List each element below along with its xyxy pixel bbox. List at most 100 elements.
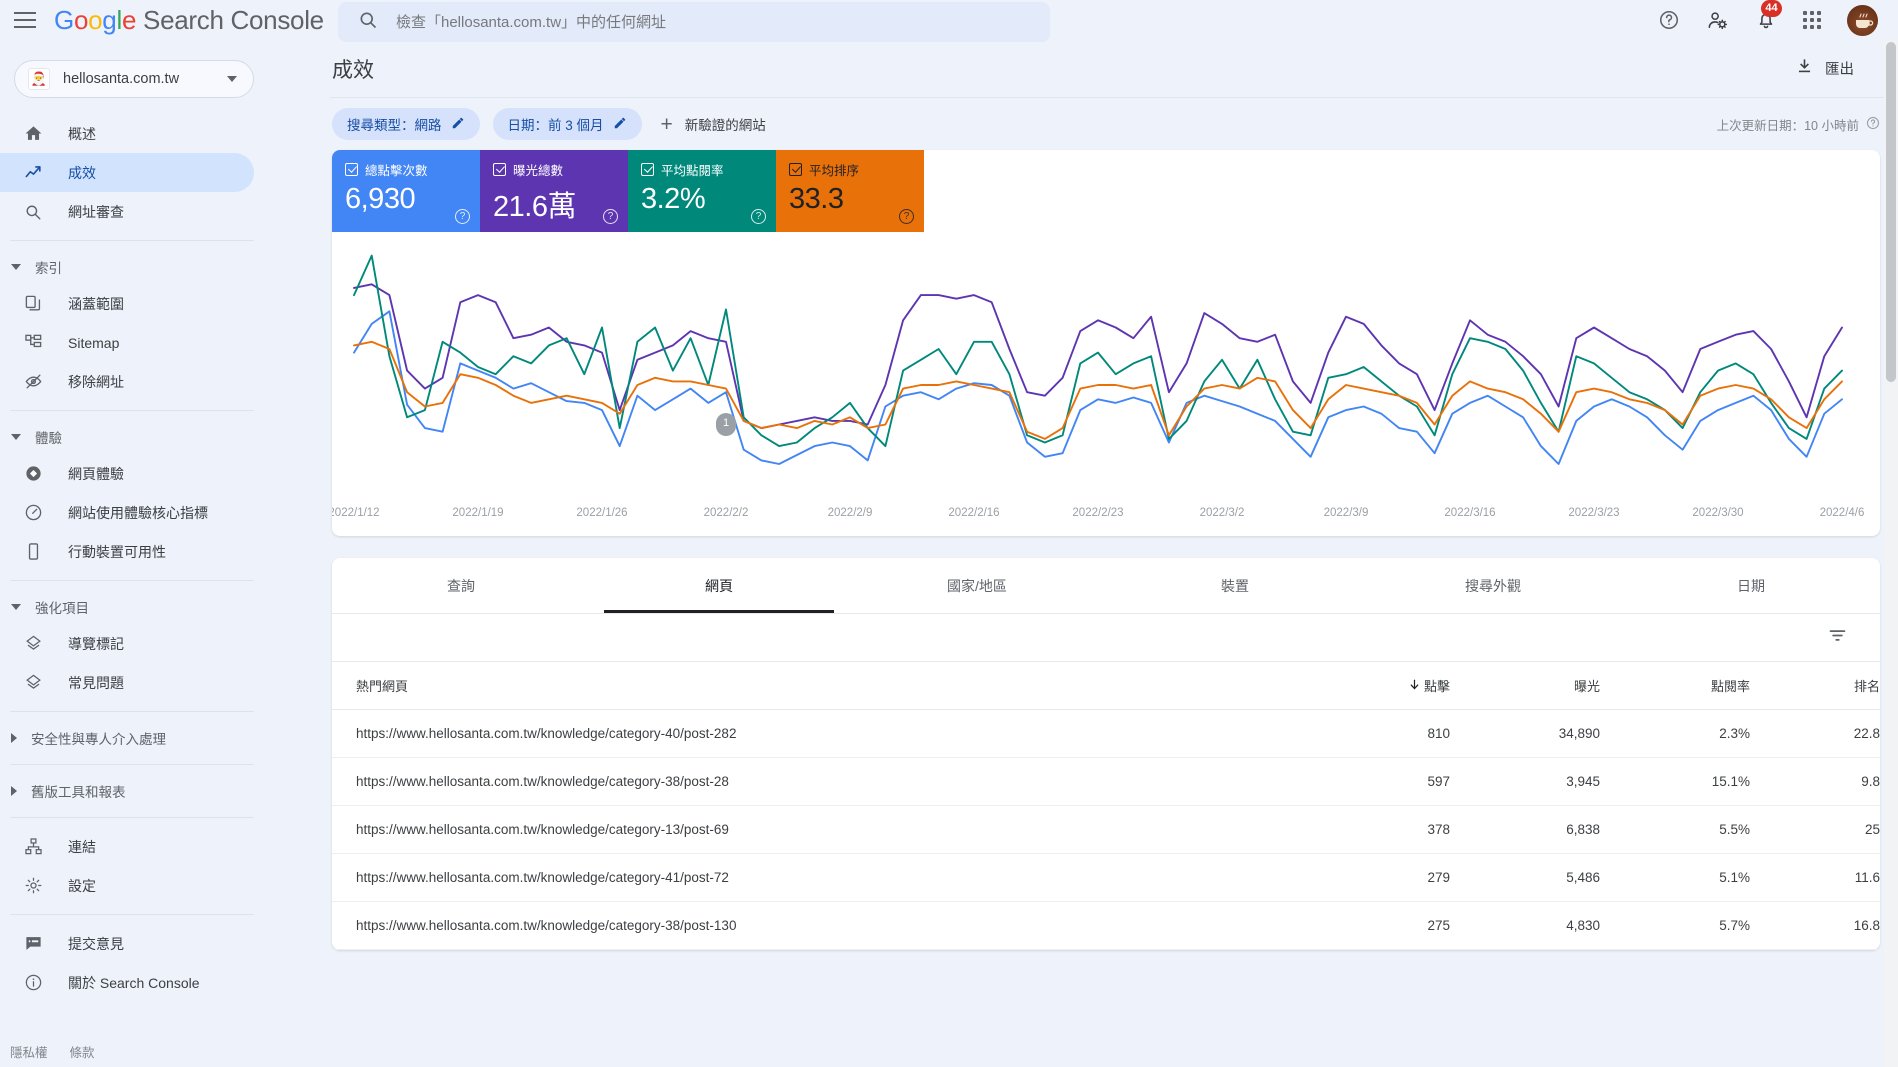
notifications-bell-icon[interactable]: 44 xyxy=(1755,0,1782,31)
help-icon[interactable] xyxy=(1658,9,1680,31)
table-row[interactable]: https://www.hellosanta.com.tw/knowledge/… xyxy=(332,805,1880,854)
filter-chip-date[interactable]: 日期：前 3 個月 xyxy=(492,108,642,140)
metric-checkbox[interactable] xyxy=(641,163,654,176)
metric-checkbox[interactable] xyxy=(345,163,358,176)
column-header-position[interactable]: 排名 xyxy=(1750,662,1880,710)
filter-icon[interactable] xyxy=(1821,619,1854,657)
search-input[interactable] xyxy=(396,13,1016,31)
scrollbar-thumb[interactable] xyxy=(1886,42,1896,382)
cell-page[interactable]: https://www.hellosanta.com.tw/knowledge/… xyxy=(332,709,1310,758)
sidebar-group-security-manual-actions[interactable]: 安全性與專人介入處理 xyxy=(0,721,330,755)
filter-chip-label: 日期：前 3 個月 xyxy=(507,118,604,133)
help-icon[interactable]: ? xyxy=(603,209,618,224)
sidebar-item-label: 網站使用體驗核心指標 xyxy=(68,504,208,521)
x-axis-tick-label: 2022/2/16 xyxy=(948,507,1000,519)
divider xyxy=(10,764,254,765)
cell-impressions: 4,830 xyxy=(1450,901,1600,950)
chevron-down-icon xyxy=(11,434,21,440)
help-icon[interactable]: ? xyxy=(899,209,914,224)
sidebar-item-removals[interactable]: 移除網址 xyxy=(0,362,254,401)
sidebar-item-sitemap[interactable]: Sitemap xyxy=(0,323,254,362)
cell-page[interactable]: https://www.hellosanta.com.tw/knowledge/… xyxy=(332,901,1310,950)
property-selector[interactable]: 🎅 hellosanta.com.tw xyxy=(14,60,254,98)
metric-label: 平均排序 xyxy=(809,164,860,178)
filter-chip-search-type[interactable]: 搜尋類型：網路 xyxy=(332,108,480,140)
chart-annotation-marker[interactable]: 1 xyxy=(716,413,736,436)
sidebar-item-label: 常見問題 xyxy=(68,674,124,691)
sidebar-item-overview[interactable]: 概述 xyxy=(0,114,254,153)
sidebar-group-label: 索引 xyxy=(35,261,62,276)
google-search-console-logo[interactable]: Google Search Console xyxy=(54,5,324,36)
sidebar-item-core-web-vitals[interactable]: 網站使用體驗核心指標 xyxy=(0,493,254,532)
sidebar-item-mobile-usability[interactable]: 行動裝置可用性 xyxy=(0,532,254,571)
sidebar-item-breadcrumbs[interactable]: 導覽標記 xyxy=(0,624,254,663)
metric-card-total-clicks[interactable]: 總點擊次數 6,930? xyxy=(332,150,480,232)
tab-label: 日期 xyxy=(1737,577,1765,594)
metric-card-total-impressions[interactable]: 曝光總數 21.6萬? xyxy=(480,150,628,232)
table-header-row: 熱門網頁 點擊 曝光 點閱率 排名 xyxy=(332,662,1880,710)
x-axis-tick-label: 2022/1/12 xyxy=(332,507,380,519)
sidebar-group-index[interactable]: 索引 xyxy=(0,250,330,284)
account-settings-icon[interactable] xyxy=(1706,9,1729,32)
help-icon[interactable]: ? xyxy=(455,209,470,224)
sidebar-group-experience[interactable]: 體驗 xyxy=(0,420,330,454)
x-axis-tick-label: 2022/3/16 xyxy=(1444,507,1496,519)
google-apps-grid-icon[interactable] xyxy=(1803,11,1821,29)
edit-pencil-icon[interactable] xyxy=(451,116,465,133)
add-filter-button[interactable]: + 新驗證的網站 xyxy=(655,108,778,140)
column-header-clicks[interactable]: 點擊 xyxy=(1310,662,1450,710)
performance-chart[interactable]: 1 xyxy=(332,232,1880,502)
sidebar-item-links[interactable]: 連結 xyxy=(0,827,254,866)
cell-page[interactable]: https://www.hellosanta.com.tw/knowledge/… xyxy=(332,853,1310,902)
column-header-impressions[interactable]: 曝光 xyxy=(1450,662,1600,710)
sidebar-item-page-experience[interactable]: 網頁體驗 xyxy=(0,454,254,493)
tab-pages[interactable]: 網頁 xyxy=(590,558,848,613)
privacy-link[interactable]: 隱私權 xyxy=(10,1042,48,1061)
sidebar-group-legacy-tools[interactable]: 舊版工具和報表 xyxy=(0,774,330,808)
export-button[interactable]: 匯出 xyxy=(1785,51,1864,86)
sidebar-item-coverage[interactable]: 涵蓋範圍 xyxy=(0,284,254,323)
table-row[interactable]: https://www.hellosanta.com.tw/knowledge/… xyxy=(332,757,1880,806)
cell-page[interactable]: https://www.hellosanta.com.tw/knowledge/… xyxy=(332,757,1310,806)
tab-dates[interactable]: 日期 xyxy=(1622,558,1880,613)
hamburger-menu-icon[interactable] xyxy=(14,7,40,33)
sidebar-group-enhancements[interactable]: 強化項目 xyxy=(0,590,330,624)
sidebar-item-send-feedback[interactable]: 提交意見 xyxy=(0,924,254,963)
metric-checkbox[interactable] xyxy=(789,163,802,176)
sidebar-item-url-inspection[interactable]: 網址審查 xyxy=(0,192,254,231)
tab-label: 裝置 xyxy=(1221,577,1249,594)
search-icon xyxy=(358,10,378,35)
info-icon xyxy=(22,972,44,994)
table-row[interactable]: https://www.hellosanta.com.tw/knowledge/… xyxy=(332,709,1880,758)
cell-impressions: 6,838 xyxy=(1450,805,1600,854)
filter-chip-row: 搜尋類型：網路 日期：前 3 個月 + 新驗證的網站 上次更新日期：10 小時前 xyxy=(330,98,1898,150)
metric-checkbox[interactable] xyxy=(493,163,506,176)
tab-search-appearance[interactable]: 搜尋外觀 xyxy=(1364,558,1622,613)
tab-countries[interactable]: 國家/地區 xyxy=(848,558,1106,613)
help-icon[interactable] xyxy=(1866,116,1880,133)
sidebar-item-settings[interactable]: 設定 xyxy=(0,866,254,905)
pages-copy-icon xyxy=(22,293,44,315)
table-row[interactable]: https://www.hellosanta.com.tw/knowledge/… xyxy=(332,901,1880,950)
table-row[interactable]: https://www.hellosanta.com.tw/knowledge/… xyxy=(332,853,1880,902)
sidebar-item-about-search-console[interactable]: 關於 Search Console xyxy=(0,963,254,1002)
column-header-ctr[interactable]: 點閱率 xyxy=(1600,662,1750,710)
sidebar-item-label: 導覽標記 xyxy=(68,635,124,652)
tab-queries[interactable]: 查詢 xyxy=(332,558,590,613)
cell-clicks: 810 xyxy=(1310,709,1450,758)
user-avatar[interactable] xyxy=(1847,4,1878,36)
help-icon[interactable]: ? xyxy=(751,209,766,224)
sidebar-item-faq[interactable]: 常見問題 xyxy=(0,663,254,702)
terms-link[interactable]: 條款 xyxy=(70,1042,95,1061)
tab-devices[interactable]: 裝置 xyxy=(1106,558,1364,613)
column-header-page[interactable]: 熱門網頁 xyxy=(332,662,1310,710)
chevron-down-icon xyxy=(11,604,21,610)
metric-card-average-position[interactable]: 平均排序 33.3? xyxy=(776,150,924,232)
metric-card-average-ctr[interactable]: 平均點閱率 3.2%? xyxy=(628,150,776,232)
url-inspection-search-box[interactable] xyxy=(338,2,1050,42)
edit-pencil-icon[interactable] xyxy=(613,116,627,133)
cell-page[interactable]: https://www.hellosanta.com.tw/knowledge/… xyxy=(332,805,1310,854)
page-scrollbar[interactable] xyxy=(1884,40,1898,1067)
cell-position: 9.8 xyxy=(1750,757,1880,806)
sidebar-item-performance[interactable]: 成效 xyxy=(0,153,254,192)
